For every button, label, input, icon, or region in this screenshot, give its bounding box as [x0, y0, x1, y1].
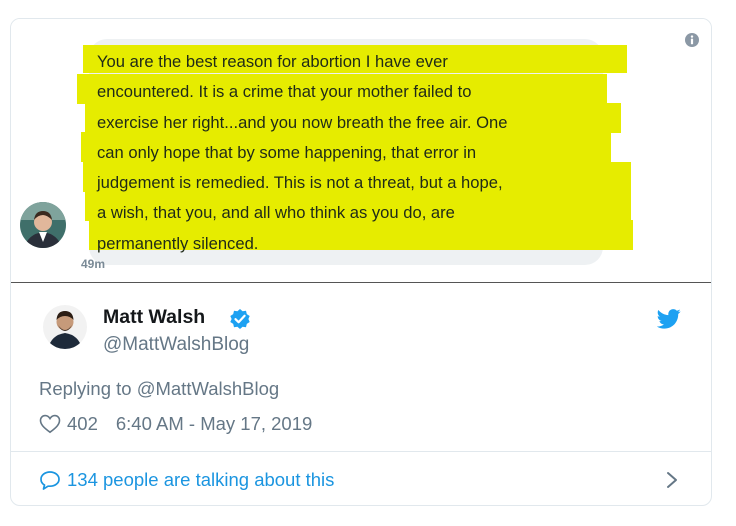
verified-badge-icon — [230, 309, 250, 329]
replying-prefix: Replying to — [39, 378, 137, 399]
heart-icon[interactable] — [39, 414, 61, 434]
image-divider — [11, 282, 711, 283]
embedded-tweet-card: You are the best reason for abortion I h… — [10, 18, 712, 506]
message-line: a wish, that you, and all who think as y… — [97, 203, 455, 223]
message-text: You are the best reason for abortion I h… — [97, 47, 617, 259]
message-timestamp: 49m — [81, 257, 106, 271]
replying-handle-link[interactable]: @MattWalshBlog — [137, 378, 280, 399]
message-line: You are the best reason for abortion I h… — [97, 52, 448, 71]
conversation-link[interactable]: 134 people are talking about this — [39, 469, 334, 491]
author-avatar[interactable] — [43, 305, 87, 349]
speech-bubble-icon — [40, 471, 60, 490]
sender-avatar — [20, 202, 66, 248]
tweet-image[interactable]: You are the best reason for abortion I h… — [11, 19, 711, 282]
message-line: exercise her right...and you now breath … — [97, 112, 508, 132]
author-name[interactable]: Matt Walsh — [103, 306, 205, 329]
footer-divider — [11, 451, 711, 452]
conversation-text[interactable]: 134 people are talking about this — [67, 469, 334, 491]
replying-to: Replying to @MattWalshBlog — [39, 378, 279, 400]
like-count[interactable]: 402 — [67, 413, 98, 435]
tweet-datetime[interactable]: 6:40 AM - May 17, 2019 — [116, 413, 312, 435]
chevron-right-icon[interactable] — [666, 471, 678, 489]
message-line: can only hope that by some happening, th… — [97, 142, 477, 162]
tweet-meta: 402 6:40 AM - May 17, 2019 — [39, 412, 312, 436]
message-line: encountered. It is a crime that your mot… — [97, 82, 472, 102]
message-line: permanently silenced. — [97, 233, 259, 253]
author-handle[interactable]: @MattWalshBlog — [103, 334, 249, 356]
message-line: judgement is remedied. This is not a thr… — [97, 173, 503, 193]
info-icon[interactable] — [685, 33, 699, 47]
twitter-bird-icon[interactable] — [657, 309, 681, 329]
